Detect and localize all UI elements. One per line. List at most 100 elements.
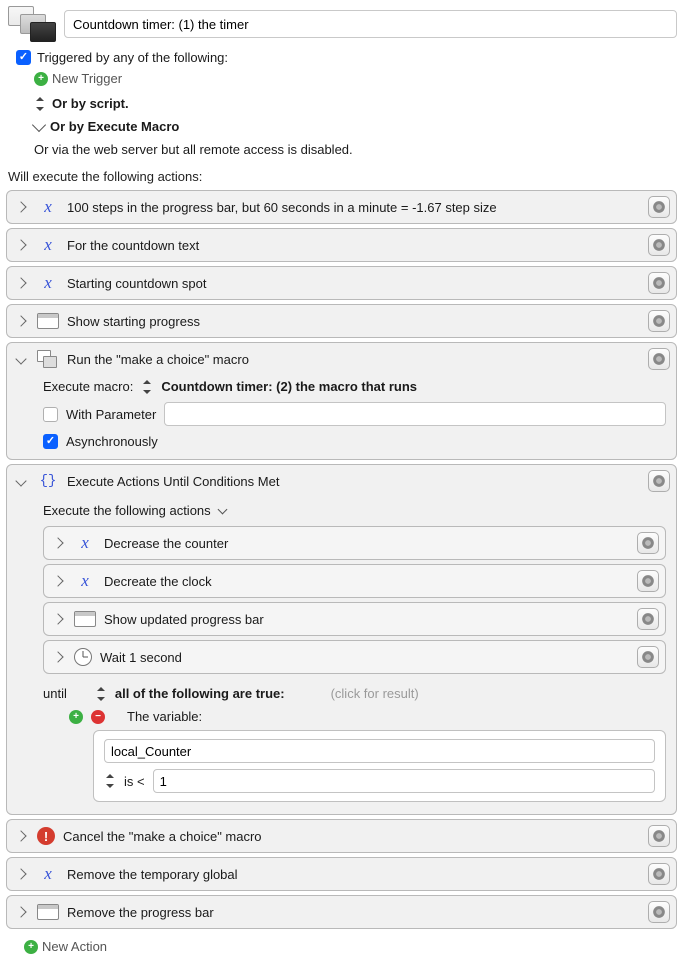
action-gear-button[interactable]: [648, 901, 670, 923]
with-parameter-checkbox[interactable]: [43, 407, 58, 422]
action-title: Show updated progress bar: [104, 612, 629, 627]
disclosure-toggle[interactable]: [13, 870, 29, 878]
trigger-label: Triggered by any of the following:: [37, 50, 228, 65]
chevron-right-icon: [52, 613, 63, 624]
updown-icon[interactable]: [95, 687, 107, 701]
action-row-run-macro: Run the "make a choice" macro Execute ma…: [6, 342, 677, 460]
action-gear-button[interactable]: [637, 646, 659, 668]
new-trigger-label: New Trigger: [52, 71, 122, 86]
condition-box: is <: [93, 730, 666, 802]
action-gear-button[interactable]: [648, 348, 670, 370]
chevron-right-icon: [15, 201, 26, 212]
action-gear-button[interactable]: [648, 470, 670, 492]
action-row: Starting countdown spot: [6, 266, 677, 300]
disclosure-toggle[interactable]: [13, 203, 29, 211]
variable-icon: [74, 572, 96, 590]
disclosure-toggle[interactable]: [13, 908, 29, 916]
window-icon: [37, 904, 59, 920]
action-title: Remove the progress bar: [67, 905, 640, 920]
action-gear-button[interactable]: [648, 234, 670, 256]
action-row: For the countdown text: [6, 228, 677, 262]
action-gear-button[interactable]: [637, 608, 659, 630]
action-row: Show starting progress: [6, 304, 677, 338]
variable-icon: [74, 534, 96, 552]
disclosure-toggle[interactable]: [50, 577, 66, 585]
operator-select[interactable]: is <: [124, 774, 145, 789]
window-icon: [37, 313, 59, 329]
chevron-right-icon: [15, 830, 26, 841]
action-gear-button[interactable]: [648, 272, 670, 294]
execute-macro-target[interactable]: Countdown timer: (2) the macro that runs: [161, 379, 417, 394]
action-title: Show starting progress: [67, 314, 640, 329]
run-macro-icon: [37, 350, 59, 368]
trigger-enabled-checkbox[interactable]: [16, 50, 31, 65]
parameter-input[interactable]: [164, 402, 666, 426]
updown-icon[interactable]: [141, 380, 153, 394]
action-row: Cancel the "make a choice" macro: [6, 819, 677, 853]
nested-action-row: Show updated progress bar: [43, 602, 666, 636]
clock-icon: [74, 648, 92, 666]
variable-name-input[interactable]: [104, 739, 655, 763]
new-trigger-button[interactable]: New Trigger: [34, 71, 677, 86]
action-gear-button[interactable]: [648, 196, 670, 218]
macro-title-input[interactable]: [64, 10, 677, 38]
chevron-right-icon: [52, 651, 63, 662]
macro-group-icon: [6, 6, 56, 42]
chevron-down-icon[interactable]: [32, 118, 46, 132]
async-checkbox[interactable]: [43, 434, 58, 449]
new-action-label: New Action: [42, 939, 107, 954]
variable-label: The variable:: [127, 709, 202, 724]
disclosure-toggle[interactable]: [50, 539, 66, 547]
action-gear-button[interactable]: [648, 310, 670, 332]
action-title: Execute Actions Until Conditions Met: [67, 474, 640, 489]
will-execute-label: Will execute the following actions:: [8, 169, 677, 184]
remove-condition-button[interactable]: [91, 710, 105, 724]
action-gear-button[interactable]: [637, 570, 659, 592]
variable-icon: [37, 236, 59, 254]
nested-action-row: Wait 1 second: [43, 640, 666, 674]
until-mode[interactable]: all of the following are true:: [115, 686, 285, 701]
with-parameter-label: With Parameter: [66, 407, 156, 422]
action-gear-button[interactable]: [637, 532, 659, 554]
action-title: For the countdown text: [67, 238, 640, 253]
click-result-hint[interactable]: (click for result): [331, 686, 419, 701]
variable-icon: [37, 865, 59, 883]
nested-action-row: Decreate the clock: [43, 564, 666, 598]
comparison-value-input[interactable]: [153, 769, 655, 793]
disclosure-toggle[interactable]: [13, 317, 29, 325]
action-title: Starting countdown spot: [67, 276, 640, 291]
disclosure-toggle[interactable]: [13, 279, 29, 287]
action-gear-button[interactable]: [648, 863, 670, 885]
action-title: Run the "make a choice" macro: [67, 352, 640, 367]
action-gear-button[interactable]: [648, 825, 670, 847]
action-title: Cancel the "make a choice" macro: [63, 829, 640, 844]
until-label: until: [43, 686, 67, 701]
disclosure-toggle[interactable]: [13, 355, 29, 363]
disclosure-toggle[interactable]: [13, 477, 29, 485]
disclosure-toggle[interactable]: [13, 241, 29, 249]
updown-icon[interactable]: [34, 97, 46, 111]
disclosure-toggle[interactable]: [13, 832, 29, 840]
action-row: 100 steps in the progress bar, but 60 se…: [6, 190, 677, 224]
action-row: Remove the progress bar: [6, 895, 677, 929]
action-row: Remove the temporary global: [6, 857, 677, 891]
chevron-right-icon: [15, 868, 26, 879]
disclosure-toggle[interactable]: [50, 653, 66, 661]
updown-icon[interactable]: [104, 774, 116, 788]
web-server-note: Or via the web server but all remote acc…: [34, 142, 677, 157]
variable-icon: [37, 274, 59, 292]
chevron-down-icon[interactable]: [217, 504, 227, 514]
or-execute-label: Or by Execute Macro: [50, 119, 179, 134]
add-condition-button[interactable]: [69, 710, 83, 724]
action-title: Remove the temporary global: [67, 867, 640, 882]
new-action-button[interactable]: New Action: [24, 939, 677, 954]
disclosure-toggle[interactable]: [50, 615, 66, 623]
action-title: Decreate the clock: [104, 574, 629, 589]
nested-action-row: Decrease the counter: [43, 526, 666, 560]
execute-macro-label: Execute macro:: [43, 379, 133, 394]
chevron-down-icon: [15, 475, 26, 486]
action-row-loop: Execute Actions Until Conditions Met Exe…: [6, 464, 677, 815]
warning-icon: [37, 827, 55, 845]
chevron-right-icon: [52, 537, 63, 548]
plus-icon: [34, 72, 48, 86]
